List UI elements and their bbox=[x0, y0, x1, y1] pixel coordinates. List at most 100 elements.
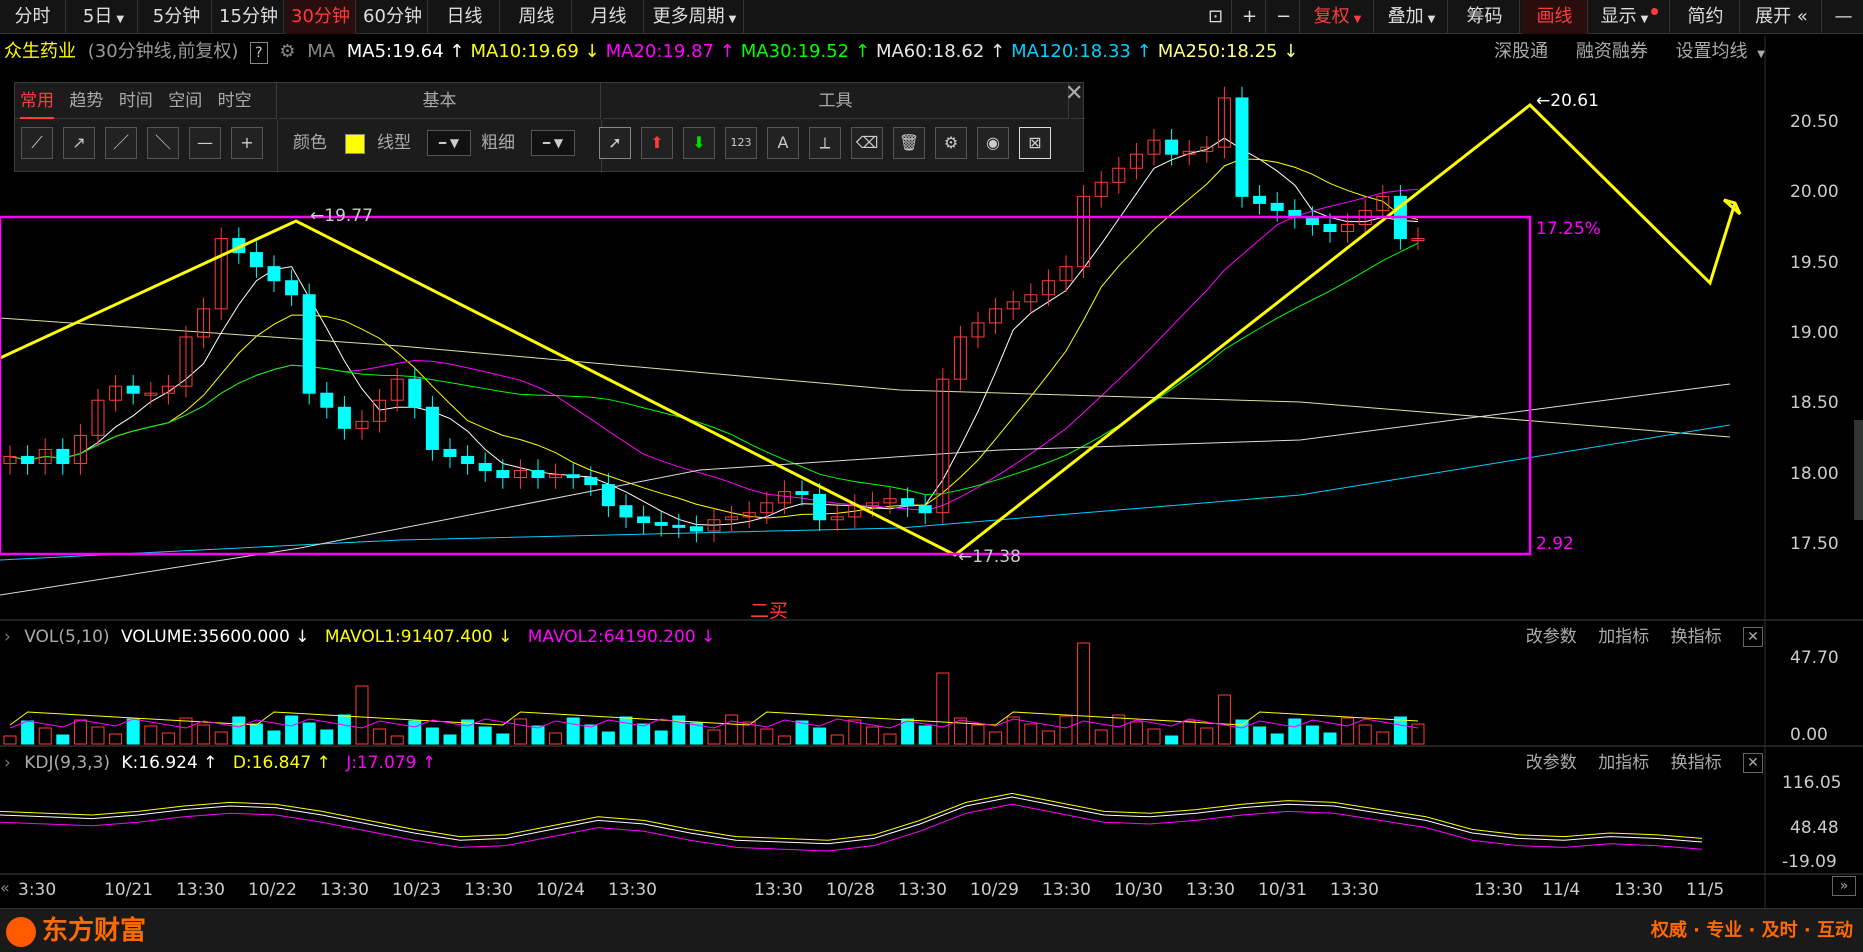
volume-bar bbox=[390, 735, 404, 745]
add-indicator-button[interactable]: 加指标 bbox=[1598, 627, 1649, 647]
tab-common[interactable]: 常用 bbox=[20, 83, 54, 119]
volume-bar bbox=[1041, 730, 1055, 745]
ma-line-250 bbox=[0, 317, 1731, 438]
text-tool-icon[interactable]: A bbox=[767, 127, 799, 159]
volume-bar bbox=[830, 734, 844, 745]
volume-bar bbox=[109, 733, 123, 745]
kdj-lines bbox=[0, 792, 1703, 852]
trend-zigzag-line bbox=[0, 103, 1737, 557]
crosshair-tool-icon[interactable]: + bbox=[231, 127, 263, 159]
candle-body bbox=[1235, 97, 1249, 197]
kdj-y-tick: 116.05 bbox=[1782, 773, 1842, 793]
high-right-label: ←20.61 bbox=[1536, 91, 1599, 111]
buy-arrow-icon[interactable]: ⬆ bbox=[641, 127, 673, 159]
volume-bar bbox=[813, 727, 827, 745]
counter-tool-icon[interactable]: 123 bbox=[725, 127, 757, 159]
color-label: 颜色 bbox=[293, 133, 327, 153]
add-indicator-button[interactable]: 加指标 bbox=[1598, 753, 1649, 773]
sell-arrow-icon[interactable]: ⬇ bbox=[683, 127, 715, 159]
close-icon[interactable]: ✕ bbox=[1743, 627, 1763, 647]
tab-time[interactable]: 时间 bbox=[119, 83, 153, 119]
candle-body bbox=[901, 498, 915, 507]
candle-body bbox=[408, 378, 422, 408]
kdj-panel-header: › KDJ(9,3,3) K:16.924 ↑ D:16.847 ↑ J:17.… bbox=[0, 748, 1765, 778]
volume-bar bbox=[707, 729, 721, 745]
candle-body bbox=[1305, 216, 1319, 225]
volume-bar bbox=[355, 685, 369, 745]
volume-bar bbox=[21, 720, 35, 745]
horizontal-line-tool-icon[interactable]: — bbox=[189, 127, 221, 159]
ruler-tool-icon[interactable]: ⟂ bbox=[809, 127, 841, 159]
trash-icon[interactable]: 🗑 bbox=[893, 127, 925, 159]
y-tick: 17.50 bbox=[1790, 534, 1839, 554]
kdj-k-line bbox=[0, 796, 1703, 845]
volume-bar bbox=[865, 726, 879, 745]
scroll-right-icon[interactable]: » bbox=[1832, 876, 1856, 896]
panel-toggle-icon[interactable]: › bbox=[4, 753, 11, 773]
percent-label: 17.25% bbox=[1536, 219, 1601, 239]
pointer-tool-icon[interactable]: ➚ bbox=[599, 127, 631, 159]
volume-bar bbox=[1147, 728, 1161, 745]
volume-bar bbox=[1024, 723, 1038, 745]
volume-bar bbox=[73, 719, 87, 745]
volume-bar bbox=[373, 728, 387, 745]
side-collapse-handle[interactable] bbox=[1854, 420, 1863, 520]
drawings-overlay bbox=[0, 103, 1742, 557]
straight-line-tool-icon[interactable]: ／ bbox=[105, 127, 137, 159]
ma-line-10 bbox=[9, 158, 1419, 519]
linetype-select[interactable]: ━ ▼ bbox=[427, 130, 471, 156]
close-icon[interactable]: ✕ bbox=[1743, 753, 1763, 773]
linetype-label: 线型 bbox=[377, 133, 411, 153]
change-params-button[interactable]: 改参数 bbox=[1526, 753, 1577, 773]
thickness-select[interactable]: ━ ▼ bbox=[531, 130, 575, 156]
candle-body bbox=[443, 448, 457, 457]
tab-spacetime[interactable]: 时空 bbox=[218, 83, 252, 119]
volume-bar bbox=[654, 730, 668, 745]
volume-bar bbox=[549, 732, 563, 745]
volume-bar bbox=[443, 734, 457, 745]
volume-bar bbox=[1077, 642, 1091, 745]
eye-icon[interactable]: ◉ bbox=[977, 127, 1009, 159]
volume-bar bbox=[1165, 735, 1179, 745]
down-line-tool-icon[interactable]: ＼ bbox=[147, 127, 179, 159]
volume-bar bbox=[1129, 721, 1143, 745]
candle-body bbox=[56, 448, 70, 465]
change-params-button[interactable]: 改参数 bbox=[1526, 627, 1577, 647]
volume-bar bbox=[3, 735, 17, 745]
brand-logo: 东方财富 bbox=[6, 915, 146, 947]
tab-space[interactable]: 空间 bbox=[168, 83, 202, 119]
eraser-icon[interactable]: ⌫ bbox=[851, 127, 883, 159]
volume-bar bbox=[302, 722, 316, 745]
candle-body bbox=[813, 493, 827, 521]
candle-body bbox=[689, 526, 703, 532]
ray-line-tool-icon[interactable]: ↗ bbox=[63, 127, 95, 159]
y-tick: 19.00 bbox=[1790, 323, 1839, 343]
switch-indicator-button[interactable]: 换指标 bbox=[1671, 627, 1722, 647]
high-left-value: 19.77 bbox=[324, 206, 373, 226]
candle-body bbox=[654, 522, 668, 526]
switch-indicator-button[interactable]: 换指标 bbox=[1671, 753, 1722, 773]
candle-body bbox=[302, 294, 316, 394]
volume-bar bbox=[214, 731, 228, 745]
volume-bar bbox=[989, 731, 1003, 745]
volume-bar bbox=[1253, 726, 1267, 745]
volume-bar bbox=[1112, 714, 1126, 745]
candle-body bbox=[249, 252, 263, 268]
drawing-tabs: 常用 趋势 时间 空间 时空 bbox=[15, 83, 277, 119]
close-icon[interactable]: ✕ bbox=[1065, 81, 1085, 106]
mavol1-line bbox=[9, 711, 1419, 726]
volume-bar bbox=[513, 718, 527, 745]
scroll-left-icon[interactable]: « bbox=[0, 878, 10, 897]
segment-line-tool-icon[interactable]: ⟋ bbox=[21, 127, 53, 159]
ma-line-5 bbox=[9, 137, 1419, 526]
volume-bars bbox=[3, 642, 1425, 745]
volume-bar bbox=[601, 731, 615, 745]
color-swatch[interactable] bbox=[345, 134, 365, 154]
magnet-icon[interactable]: ⊠ bbox=[1019, 127, 1051, 159]
tab-trend[interactable]: 趋势 bbox=[69, 83, 103, 119]
panel-toggle-icon[interactable]: › bbox=[4, 627, 11, 647]
settings-icon[interactable]: ⚙ bbox=[935, 127, 967, 159]
volume-bar bbox=[760, 728, 774, 745]
candle-body bbox=[566, 474, 580, 479]
candle-body bbox=[496, 470, 510, 479]
